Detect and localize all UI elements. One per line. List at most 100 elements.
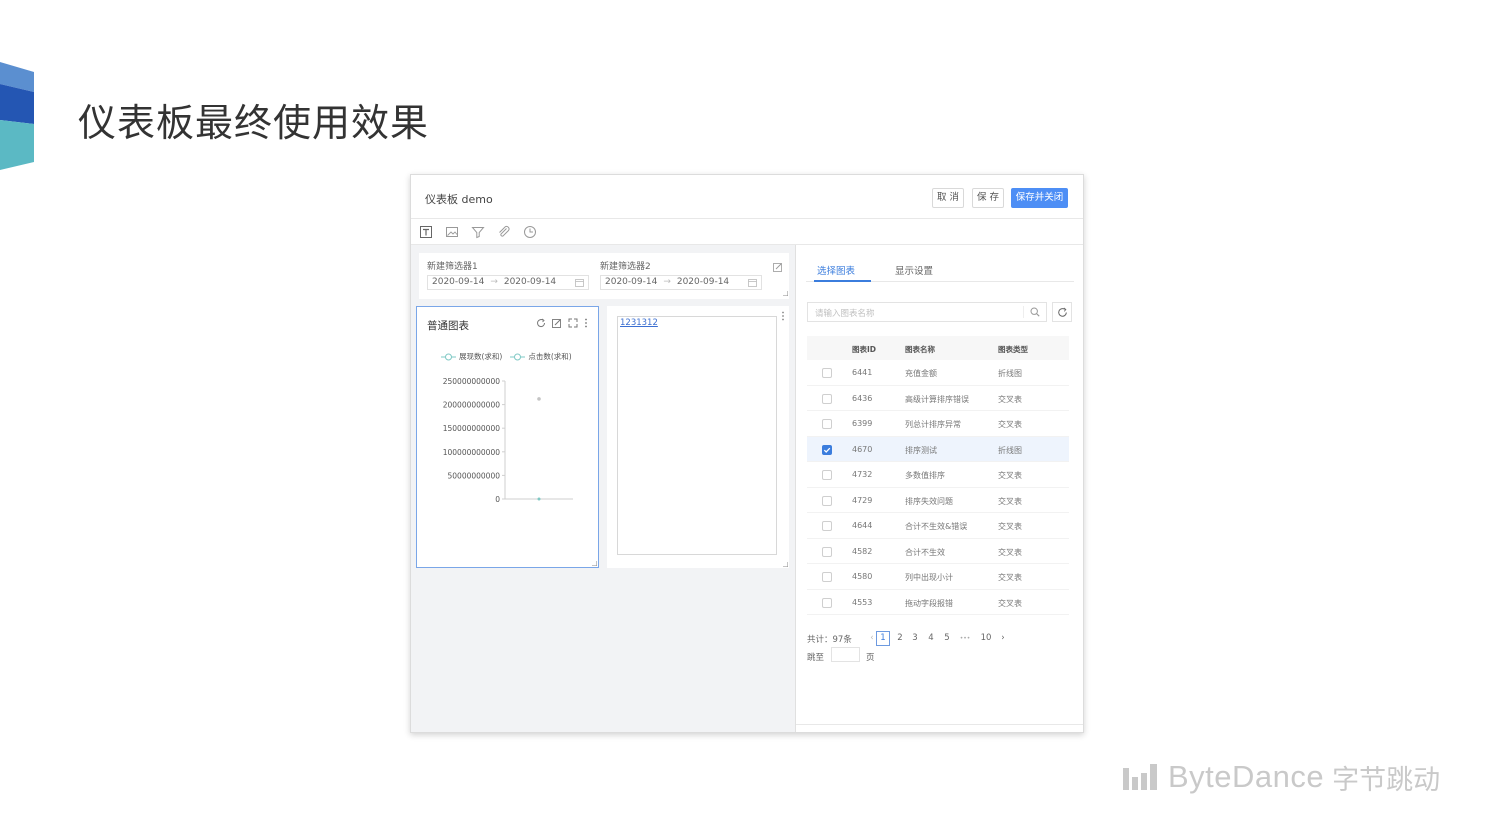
table-row[interactable]: 4553 拖动字段报错 交叉表 bbox=[807, 590, 1069, 615]
filter-1-end-date: 2020-09-14 bbox=[503, 277, 557, 287]
y-tick-label: 200000000000 bbox=[443, 401, 500, 410]
row-checkbox[interactable] bbox=[822, 368, 832, 378]
table-row[interactable]: 4582 合计不生效 交叉表 bbox=[807, 539, 1069, 564]
cell-chart-type: 交叉表 bbox=[998, 522, 1022, 531]
y-tick-label: 0 bbox=[495, 495, 500, 504]
resize-handle-icon[interactable] bbox=[592, 561, 597, 566]
table-row[interactable]: 6399 列总计排序异常 交叉表 bbox=[807, 411, 1069, 437]
arrow-icon: → bbox=[490, 277, 498, 287]
table-row[interactable]: 4644 合计不生效&错误 交叉表 bbox=[807, 513, 1069, 539]
row-checkbox[interactable] bbox=[822, 572, 832, 582]
table-row[interactable]: 4729 排序失效问题 交叉表 bbox=[807, 488, 1069, 513]
page-5-button[interactable]: 5 bbox=[940, 633, 954, 643]
dashboard-editor: 仪表板 demo 取 消 保 存 保存并关闭 新建筛选器1 2020-09-14… bbox=[410, 174, 1084, 733]
row-checkbox[interactable] bbox=[822, 597, 832, 608]
edit-icon[interactable] bbox=[773, 262, 783, 272]
cell-chart-name: 拖动字段报错 bbox=[905, 598, 953, 608]
legend-label: 点击数(求和) bbox=[528, 352, 572, 361]
row-checkbox[interactable] bbox=[822, 495, 832, 506]
bytedance-logo-icon bbox=[1123, 764, 1157, 790]
filter-2-date-range[interactable]: 2020-09-14 → 2020-09-14 bbox=[600, 275, 762, 290]
table-row[interactable]: 6436 高级计算排序错误 交叉表 bbox=[807, 386, 1069, 411]
more-pages-ellipsis[interactable]: ••• bbox=[956, 635, 974, 642]
cell-chart-name: 合计不生效 bbox=[905, 547, 945, 557]
cell-chart-id: 4729 bbox=[852, 495, 873, 505]
save-and-close-button[interactable]: 保存并关闭 bbox=[1011, 188, 1068, 208]
brand-name-cn: 字节跳动 bbox=[1332, 764, 1441, 796]
table-body: 6441 充值金额 折线图 6436 高级计算排序错误 交叉表 6399 列总计排序异常 交叉表… bbox=[807, 360, 1069, 615]
legend-label: 展现数(求和) bbox=[459, 352, 503, 361]
jump-page-input[interactable] bbox=[831, 647, 860, 662]
chart-card-actions bbox=[536, 318, 588, 328]
attachment-icon[interactable] bbox=[497, 225, 511, 239]
text-editor-area[interactable]: 1231312 bbox=[617, 316, 777, 555]
cell-chart-type: 折线图 bbox=[998, 369, 1022, 378]
page-2-button[interactable]: 2 bbox=[893, 633, 907, 643]
tab-display-settings[interactable]: 显示设置 bbox=[895, 263, 933, 277]
save-button[interactable]: 保 存 bbox=[972, 188, 1004, 208]
cell-chart-name: 排序测试 bbox=[905, 445, 937, 455]
row-checkbox[interactable] bbox=[822, 419, 832, 429]
filter-2-start-date: 2020-09-14 bbox=[605, 277, 658, 287]
resize-handle-icon[interactable] bbox=[783, 562, 788, 567]
page-last-button[interactable]: 10 bbox=[979, 633, 993, 643]
data-point[interactable] bbox=[537, 397, 541, 401]
refresh-button[interactable] bbox=[1052, 302, 1072, 322]
arrow-icon: → bbox=[663, 277, 671, 287]
page-4-button[interactable]: 4 bbox=[924, 633, 938, 643]
legend-marker-icon bbox=[510, 353, 526, 360]
check-icon bbox=[823, 447, 831, 453]
slide-decoration bbox=[0, 62, 34, 170]
cancel-button[interactable]: 取 消 bbox=[932, 188, 964, 208]
clock-icon[interactable] bbox=[523, 225, 537, 239]
editor-header: 仪表板 demo 取 消 保 存 保存并关闭 bbox=[411, 175, 1083, 219]
data-point[interactable] bbox=[537, 497, 541, 501]
chart-table: 图表ID 图表名称 图表类型 6441 充值金额 折线图 6436 高级计算排序错误 交叉… bbox=[807, 336, 1069, 615]
cell-chart-id: 4644 bbox=[852, 521, 873, 530]
cell-chart-id: 4670 bbox=[852, 444, 873, 454]
jump-unit-label: 页 bbox=[866, 653, 875, 663]
text-icon[interactable] bbox=[419, 225, 433, 239]
table-row[interactable]: 4732 多数值排序 交叉表 bbox=[807, 462, 1069, 488]
table-row[interactable]: 4670 排序测试 折线图 bbox=[807, 436, 1069, 462]
filter-component[interactable]: 新建筛选器1 2020-09-14 → 2020-09-14 新建筛选器2 2020… bbox=[419, 253, 789, 299]
row-checkbox[interactable] bbox=[822, 470, 832, 480]
text-link[interactable]: 1231312 bbox=[620, 318, 658, 328]
more-icon[interactable] bbox=[781, 311, 785, 321]
cell-chart-name: 充值金额 bbox=[905, 369, 937, 378]
search-icon[interactable] bbox=[1030, 307, 1040, 317]
row-checkbox[interactable] bbox=[822, 393, 832, 404]
next-page-button[interactable]: › bbox=[996, 633, 1010, 643]
chart-search-input[interactable]: 请输入图表名称 bbox=[807, 302, 1047, 322]
column-header-id: 图表ID bbox=[852, 345, 877, 354]
filter-1-label: 新建筛选器1 bbox=[427, 262, 478, 272]
cell-chart-name: 多数值排序 bbox=[905, 471, 945, 480]
edit-icon[interactable] bbox=[552, 318, 562, 328]
filter-1-date-range[interactable]: 2020-09-14 → 2020-09-14 bbox=[427, 275, 589, 290]
page-1-button[interactable]: 1 bbox=[876, 631, 890, 646]
legend-item[interactable]: 点击数(求和) bbox=[510, 351, 572, 362]
refresh-icon[interactable] bbox=[536, 318, 546, 328]
pagination-total: 共计：97条 bbox=[807, 635, 852, 645]
table-row[interactable]: 6441 充值金额 折线图 bbox=[807, 360, 1069, 386]
cell-chart-name: 合计不生效&错误 bbox=[905, 522, 968, 531]
more-icon[interactable] bbox=[584, 318, 588, 328]
filter-2-end-date: 2020-09-14 bbox=[676, 277, 730, 287]
row-checkbox[interactable] bbox=[822, 521, 832, 531]
refresh-icon bbox=[1058, 307, 1067, 317]
resize-handle-icon[interactable] bbox=[783, 291, 788, 296]
dashboard-title: 仪表板 demo bbox=[425, 193, 493, 206]
fullscreen-icon[interactable] bbox=[568, 318, 578, 328]
row-checkbox[interactable] bbox=[822, 546, 832, 557]
table-row[interactable]: 4580 列中出现小计 交叉表 bbox=[807, 564, 1069, 590]
row-checkbox[interactable] bbox=[822, 444, 832, 455]
page-3-button[interactable]: 3 bbox=[908, 633, 922, 643]
text-card[interactable]: 1231312 bbox=[607, 306, 789, 568]
image-icon[interactable] bbox=[445, 225, 459, 239]
filter-icon[interactable] bbox=[471, 225, 485, 239]
legend-item[interactable]: 展现数(求和) bbox=[441, 351, 502, 362]
panel-divider bbox=[796, 724, 1083, 725]
search-placeholder: 请输入图表名称 bbox=[815, 309, 875, 319]
chart-card[interactable]: 普通图表 展现数(求和) 点击数(求和) 250000000000 2000000… bbox=[416, 306, 599, 568]
tab-select-chart[interactable]: 选择图表 bbox=[817, 263, 855, 277]
